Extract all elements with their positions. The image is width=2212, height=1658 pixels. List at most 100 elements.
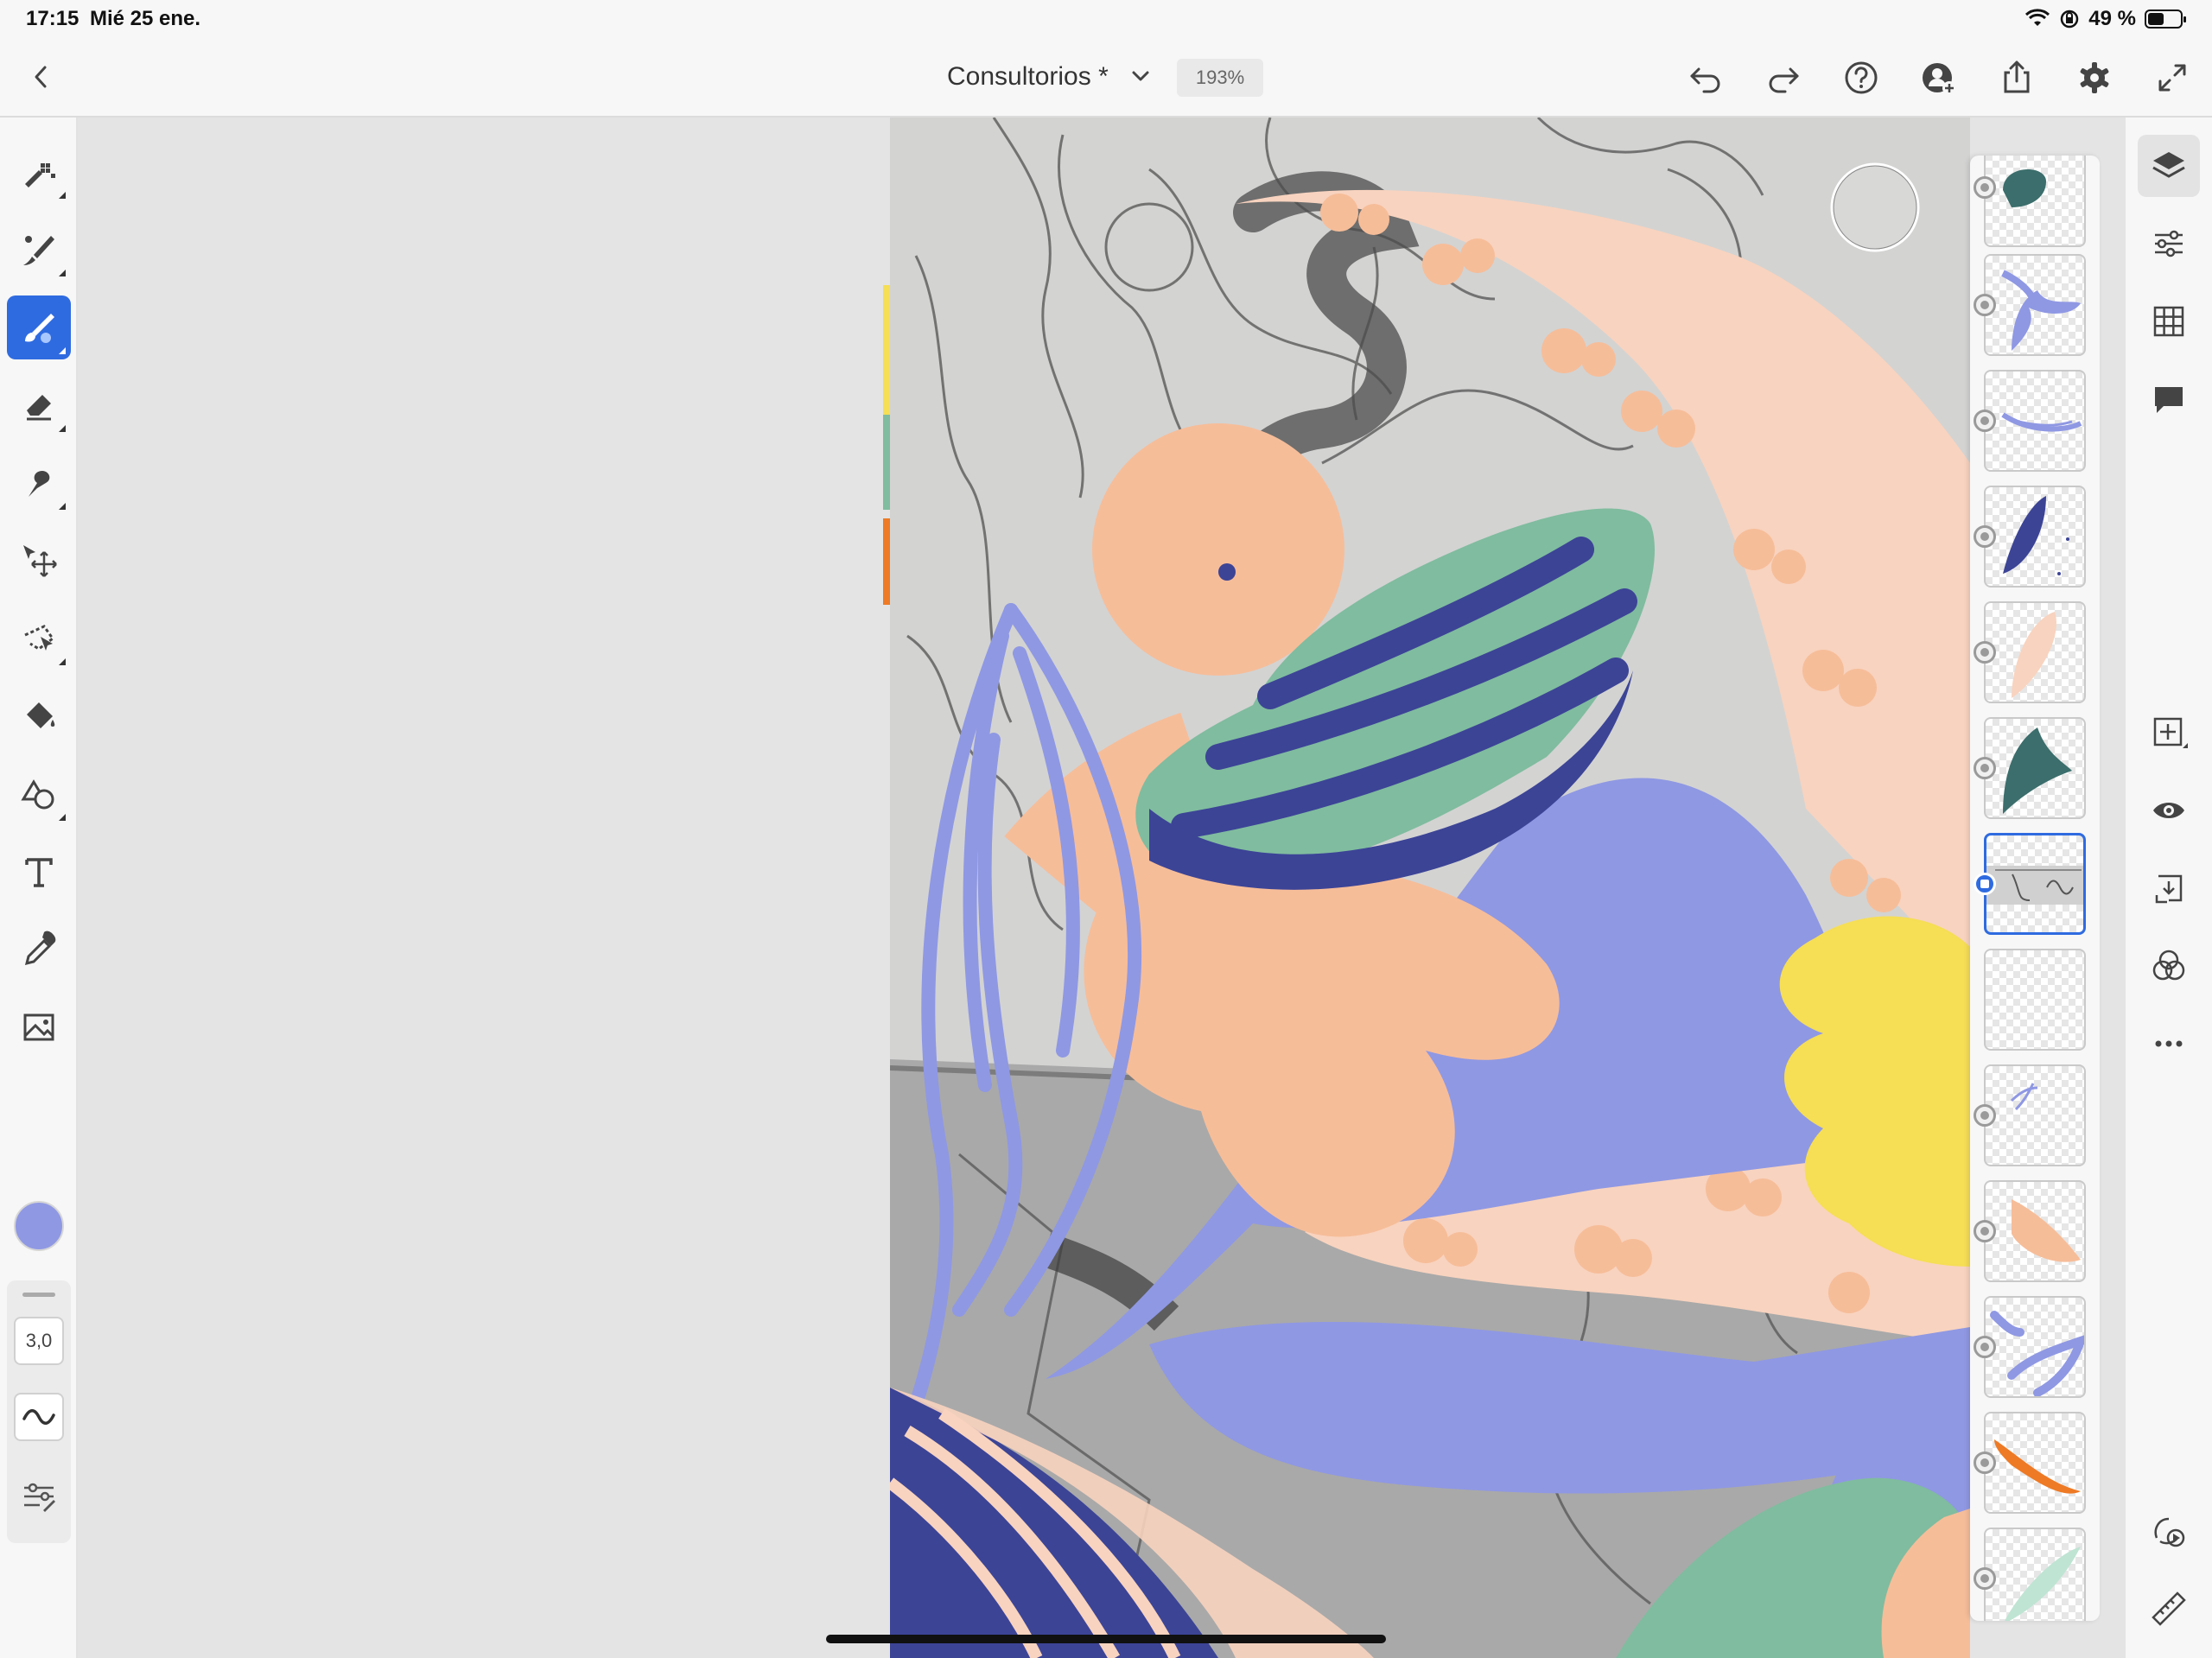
layer-thumbnail[interactable] [1984,717,2086,819]
smoothing-button[interactable] [14,1393,64,1441]
layer-thumbnail[interactable] [1984,254,2086,356]
layer-thumbnail[interactable] [1984,1064,2086,1166]
paint-brush-icon [25,314,54,343]
layer-thumbnail[interactable] [1984,1528,2086,1621]
add-layer-button[interactable] [2138,702,2200,764]
layer-visibility-dot[interactable] [1974,1104,1996,1127]
sliders-brush-icon [24,1483,55,1512]
document-title[interactable]: Consultorios * [947,62,1109,92]
sliders-icon [2155,230,2183,257]
layers-button[interactable] [2138,135,2200,197]
fullscreen-icon[interactable] [2152,57,2193,98]
right-toolbar [2126,118,2212,1658]
share-icon[interactable] [1996,57,2037,98]
layer-thumbnail[interactable] [1984,1180,2086,1282]
smudge-tool[interactable] [7,451,71,515]
shapes-tool[interactable] [7,762,71,826]
layer-visibility-dot[interactable] [1974,757,1996,779]
visibility-button[interactable] [2138,779,2200,842]
status-indicators: 49 % [2024,7,2186,31]
home-indicator[interactable] [826,1635,1386,1643]
layer-preview [2003,496,2069,575]
layer-thumbnail-selected[interactable] [1984,833,2086,935]
layer-preview [2010,1083,2038,1111]
more-options-corner [59,347,66,354]
more-options-corner [59,192,66,199]
layer-preview [2001,270,2081,351]
text-icon [25,858,53,887]
layer-thumbnail[interactable] [1984,601,2086,703]
plus-square-icon [2153,717,2188,748]
layer-thumbnail[interactable] [1984,156,2086,247]
layer-properties-button[interactable] [2138,213,2200,275]
ruler-button[interactable] [2138,1578,2200,1640]
paint-brush-tool[interactable] [7,295,71,359]
transform-tool[interactable] [7,529,71,593]
timelapse-button[interactable] [2138,1500,2200,1562]
layer-thumbnail[interactable] [1984,949,2086,1051]
layer-visibility-dot[interactable] [1974,1452,1996,1474]
battery-icon [2145,10,2186,29]
gear-icon[interactable] [2074,57,2115,98]
invite-person-icon[interactable] [1918,57,1960,98]
layer-thumbnail[interactable] [1984,1296,2086,1398]
layer-thumbnail[interactable] [1984,370,2086,472]
more-options-corner [59,270,66,276]
comments-button[interactable] [2138,368,2200,430]
paint-bucket-icon [27,702,55,728]
layer-visibility-dot[interactable] [1974,410,1996,432]
more-options-button[interactable] [2138,1013,2200,1075]
timelapse-icon [2154,1517,2185,1547]
move-arrows-icon [23,545,57,577]
redo-icon[interactable] [1763,57,1804,98]
merge-down-button[interactable] [2138,857,2200,919]
left-toolbar: 3,0 [0,118,78,1658]
layer-visibility-dot[interactable] [1974,176,1996,199]
grid-button[interactable] [2138,290,2200,353]
fill-tool[interactable] [7,684,71,748]
live-brush-tool[interactable] [7,218,71,282]
layer-thumbnail[interactable] [1984,486,2086,588]
layer-preview [2003,169,2046,207]
brush-settings-button[interactable] [14,1472,64,1521]
brush-settings-panel: 3,0 [7,1280,71,1543]
layer-visibility-dot[interactable] [1974,1220,1996,1242]
place-image-tool[interactable] [7,995,71,1059]
app-window: { "status_bar": { "time": "17:15", "date… [0,0,2212,1658]
more-options-corner [59,425,66,432]
undo-icon[interactable] [1685,57,1726,98]
merge-down-icon [2155,874,2183,904]
layer-visibility-dot[interactable] [1974,1336,1996,1358]
wave-icon [22,1409,55,1425]
layer-visibility-dot[interactable] [1974,525,1996,548]
ellipsis-icon [2155,1040,2183,1047]
pixel-brush-tool[interactable] [7,140,71,204]
battery-level [2148,13,2164,25]
eyedropper-tool[interactable] [7,918,71,981]
layer-thumbnail[interactable] [1984,1412,2086,1514]
smudge-icon [29,471,50,497]
layer-visibility-dot[interactable] [1974,294,1996,316]
back-chevron-icon[interactable] [21,57,60,97]
text-tool[interactable] [7,840,71,904]
layer-preview [2012,1199,2081,1262]
status-bar: 17:15 Mié 25 ene. 49 % [0,0,2212,38]
more-options-corner [59,503,66,510]
color-swatch[interactable] [14,1201,64,1251]
ruler-icon [2152,1591,2186,1626]
eraser-tool[interactable] [7,373,71,437]
lasso-tool[interactable] [7,607,71,670]
more-options-corner [59,658,66,665]
chevron-down-icon[interactable] [1125,60,1156,92]
image-layer-indicator[interactable] [1974,873,1996,895]
layer-visibility-dot[interactable] [1974,641,1996,664]
layer-visibility-dot[interactable] [1974,1567,1996,1590]
blend-mode-button[interactable] [2138,935,2200,997]
drawing-canvas[interactable] [890,118,1970,1658]
size-slider-handle[interactable] [22,1293,55,1297]
help-icon[interactable] [1840,57,1882,98]
eyedropper-icon [24,931,56,966]
layer-preview [2012,612,2056,698]
zoom-level[interactable]: 193% [1177,59,1263,97]
brush-size-field[interactable]: 3,0 [14,1317,64,1365]
